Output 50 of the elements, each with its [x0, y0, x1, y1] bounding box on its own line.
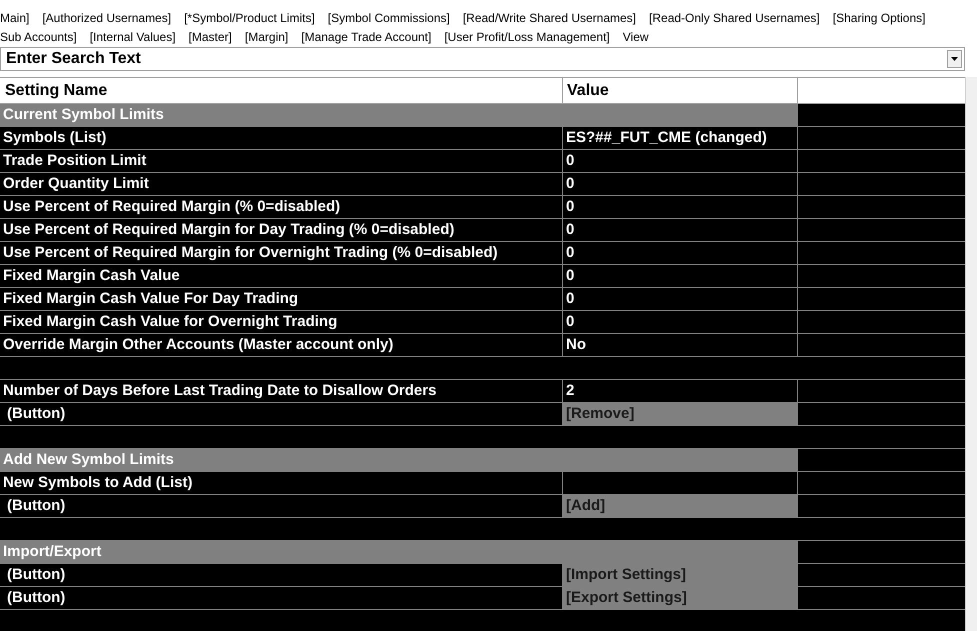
setting-value[interactable]: 0: [563, 173, 574, 195]
tab-link[interactable]: Sub Accounts]: [0, 28, 77, 46]
section-header: Add New Symbol Limits: [0, 449, 798, 471]
setting-value[interactable]: 0: [563, 196, 574, 218]
setting-name: Use Percent of Required Margin for Overnight Trading (% 0=disabled): [0, 242, 563, 264]
setting-value[interactable]: 0: [563, 265, 574, 287]
setting-value[interactable]: ES?##_FUT_CME (changed): [563, 127, 767, 149]
setting-value[interactable]: 0: [563, 311, 574, 333]
search-field[interactable]: Enter Search Text: [0, 47, 965, 71]
column-header[interactable]: Setting Name: [0, 78, 563, 103]
tab-link[interactable]: [Symbol Commissions]: [328, 8, 450, 26]
scrollbar-track[interactable]: [965, 77, 977, 631]
setting-value[interactable]: No: [563, 334, 586, 356]
setting-name: New Symbols to Add (List): [0, 472, 563, 494]
setting-value[interactable]: 2: [563, 380, 574, 402]
tab-link[interactable]: [Manage Trade Account]: [301, 28, 432, 46]
setting-name: Order Quantity Limit: [0, 173, 563, 195]
tab-link[interactable]: [Authorized Usernames]: [42, 8, 172, 26]
tab-link[interactable]: [*Symbol/Product Limits]: [184, 8, 315, 26]
tab-link[interactable]: [Internal Values]: [90, 28, 176, 46]
setting-name: Trade Position Limit: [0, 150, 563, 172]
tab-link[interactable]: [Master]: [188, 28, 232, 46]
tab-link[interactable]: [Margin]: [244, 28, 288, 46]
setting-name: Fixed Margin Cash Value For Day Trading: [0, 288, 563, 310]
setting-value[interactable]: 0: [563, 242, 574, 264]
setting-name: Number of Days Before Last Trading Date to Disallow Orders: [0, 380, 563, 402]
tab-link[interactable]: [Read-Only Shared Usernames]: [649, 8, 820, 26]
action-button[interactable]: [Export Settings]: [563, 587, 798, 609]
tab-link[interactable]: [Read/Write Shared Usernames]: [462, 8, 636, 26]
setting-value[interactable]: 0: [563, 288, 574, 310]
action-button[interactable]: [Remove]: [563, 403, 798, 425]
setting-value[interactable]: 0: [563, 150, 574, 172]
dropdown-button[interactable]: [947, 50, 962, 68]
caret-icon: [951, 57, 958, 61]
setting-name: Fixed Margin Cash Value: [0, 265, 563, 287]
column-header[interactable]: Value: [563, 78, 798, 103]
tab-link[interactable]: [User Profit/Loss Management]: [444, 28, 610, 46]
setting-name: Override Margin Other Accounts (Master account only): [0, 334, 563, 356]
setting-name: Use Percent of Required Margin (% 0=disabled): [0, 196, 563, 218]
action-button[interactable]: [Add]: [563, 495, 798, 517]
setting-name: Fixed Margin Cash Value for Overnight Trading: [0, 311, 563, 333]
tab-link[interactable]: [Sharing Options]: [832, 8, 926, 26]
action-button[interactable]: [Import Settings]: [563, 564, 798, 586]
section-header: Import/Export: [0, 541, 798, 563]
setting-value[interactable]: 0: [563, 219, 574, 241]
setting-name: Use Percent of Required Margin for Day Trading (% 0=disabled): [0, 219, 563, 241]
setting-name: Symbols (List): [0, 127, 563, 149]
tab-link[interactable]: Main]: [0, 8, 30, 26]
tab-link[interactable]: View: [622, 28, 649, 46]
section-header: Current Symbol Limits: [0, 104, 798, 126]
